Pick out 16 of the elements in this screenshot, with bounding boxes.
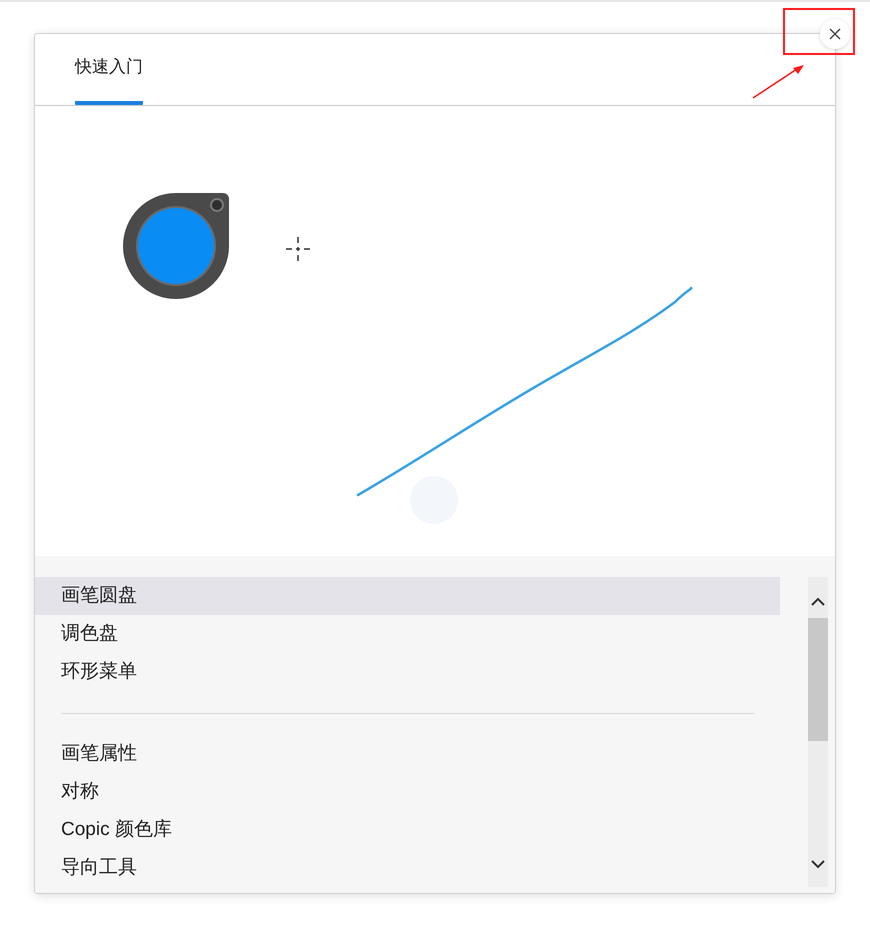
- menu-item[interactable]: 导向工具: [35, 849, 780, 887]
- menu-item[interactable]: 对称: [35, 773, 780, 811]
- scroll-down-icon[interactable]: [811, 860, 825, 869]
- annotation-box: [783, 8, 855, 55]
- crosshair-icon: [285, 236, 311, 262]
- close-icon[interactable]: [829, 28, 841, 40]
- annotation-arrow: [750, 62, 806, 100]
- menu-item[interactable]: Copic 颜色库: [35, 811, 780, 849]
- scrollbar[interactable]: [808, 577, 828, 887]
- scroll-up-icon[interactable]: [811, 597, 825, 606]
- menu-item[interactable]: 画笔属性: [35, 735, 780, 773]
- menu-item[interactable]: 调色盘: [35, 615, 780, 653]
- menu-item[interactable]: 环形菜单: [35, 653, 780, 691]
- close-button[interactable]: [820, 19, 850, 49]
- scrollbar-thumb[interactable]: [808, 618, 828, 741]
- menu-item[interactable]: 画笔圆盘: [35, 577, 780, 615]
